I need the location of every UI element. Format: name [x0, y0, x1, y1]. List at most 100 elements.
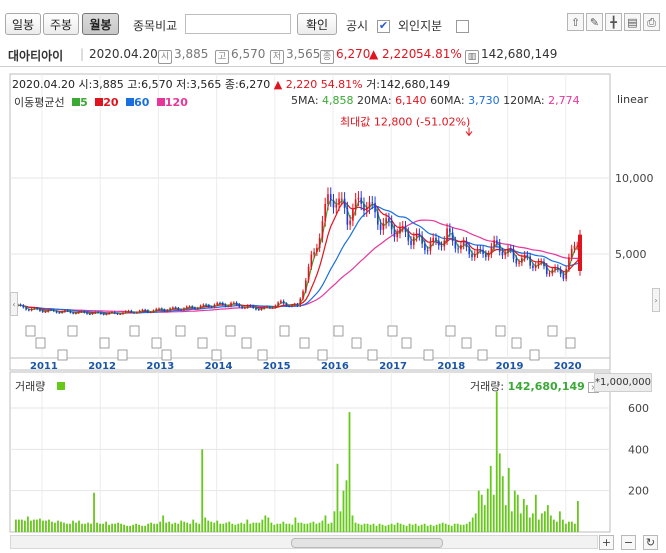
candle-body: [543, 261, 545, 267]
candle-body: [155, 308, 158, 311]
confirm-button[interactable]: 확인: [297, 13, 337, 35]
low-value-group: 저 3,565: [270, 47, 320, 64]
volume-bar: [219, 523, 222, 532]
print-icon[interactable]: ⎙: [643, 13, 660, 31]
volume-bar: [90, 523, 92, 532]
volume-bar: [27, 516, 29, 532]
settings-icon[interactable]: ▤: [624, 13, 641, 31]
left-handle[interactable]: ‹: [10, 292, 18, 316]
price-chart: 최대값 12,800 (-51.02%) 5,00010,0002011 2012…: [9, 73, 654, 533]
volume-bar: [84, 523, 86, 532]
scrollbar[interactable]: [10, 535, 598, 549]
candle-body: [465, 241, 468, 248]
stat-text: 2020.04.20 시:3,885 고:6,570 저:3,565 종:6,2…: [12, 78, 271, 91]
candle-body: [515, 258, 518, 264]
volume-bar: [342, 490, 345, 532]
scrollbar-thumb[interactable]: [291, 538, 443, 548]
volume-bar: [327, 523, 330, 532]
candle-body: [385, 218, 387, 224]
zoom-out-icon[interactable]: −: [621, 535, 636, 550]
candle-body: [25, 307, 27, 310]
volume-bar: [375, 525, 378, 532]
candle-body: [446, 228, 448, 241]
event-marker-icon: [317, 349, 328, 361]
event-marker-icon: [117, 349, 128, 361]
volume-bar: [213, 522, 216, 532]
candle-body: [523, 254, 526, 259]
volume-bar: [285, 523, 288, 532]
volume-bar: [456, 523, 459, 532]
event-marker-icon: [25, 325, 36, 337]
disclosure-checkbox[interactable]: ✔: [377, 20, 390, 33]
volume-bar: [336, 463, 339, 532]
pointer-icon[interactable]: ⇧: [567, 13, 584, 31]
volume-bar: [186, 522, 189, 532]
volume-bar: [408, 523, 411, 532]
date-tick-label: 2012: [88, 361, 116, 372]
scale-label[interactable]: linear: [617, 93, 648, 106]
candle-body: [94, 312, 97, 314]
candle-body: [296, 304, 299, 306]
candle-body: [127, 310, 130, 312]
volume-bar: [351, 515, 354, 532]
candle-body: [559, 269, 562, 275]
last-candle-body: [578, 234, 582, 271]
event-marker-icon: [565, 337, 576, 349]
compare-input[interactable]: [185, 14, 291, 34]
candle-body: [136, 312, 138, 314]
info-date: 2020.04.20: [89, 47, 158, 61]
date-tick-label: 2018: [437, 361, 465, 372]
volume-bar: [126, 525, 128, 532]
candle-body: [64, 310, 66, 312]
candle-body: [77, 311, 80, 314]
volume-bar: [522, 498, 525, 532]
candle-body: [468, 247, 471, 255]
candle-body: [457, 248, 459, 250]
ma60-label: 60MA:: [430, 94, 465, 107]
tab-daily[interactable]: 일봉: [5, 13, 41, 35]
candle-body: [346, 207, 349, 225]
volume-bar: [30, 520, 32, 532]
event-marker-icon: [367, 349, 378, 361]
candle-body: [116, 313, 119, 315]
candle-body: [208, 305, 210, 307]
candle-body: [257, 309, 260, 311]
volume-bar: [444, 523, 447, 532]
volume-bar: [144, 525, 147, 532]
candle-body: [568, 257, 570, 269]
volume-bar: [168, 521, 171, 532]
tab-weekly[interactable]: 주봉: [43, 13, 79, 35]
volume-bar: [222, 523, 225, 532]
right-handle[interactable]: ›: [652, 288, 660, 312]
candle-body: [340, 198, 343, 200]
candle-body: [449, 228, 451, 233]
volume-bar: [147, 523, 150, 532]
tab-monthly[interactable]: 월봉: [82, 13, 119, 35]
volume-bar: [363, 523, 366, 532]
candle-body: [388, 218, 390, 221]
candle-body: [221, 302, 224, 305]
volume-bar: [216, 520, 219, 532]
candle-body: [241, 306, 243, 309]
ma20-value: 6,140: [395, 94, 427, 107]
volume-bar: [264, 515, 267, 532]
volume-bar: [564, 523, 567, 532]
candle-body: [246, 305, 249, 308]
volume-bar: [477, 490, 480, 532]
volume-bar: [102, 523, 104, 532]
volume-bar: [192, 519, 195, 532]
candle-body: [302, 291, 304, 299]
zoom-in-icon[interactable]: +: [599, 535, 614, 550]
pen-icon[interactable]: ✎: [586, 13, 603, 31]
volume-bar: [390, 523, 393, 532]
volume-bar: [459, 524, 462, 532]
candle-body: [512, 249, 515, 259]
volume-bar: [417, 525, 420, 532]
foreign-checkbox[interactable]: [456, 20, 469, 33]
candle-body: [199, 305, 202, 308]
volume-bar: [54, 522, 56, 532]
date-tick-label: 2019: [496, 361, 524, 372]
cursor-icon[interactable]: ╋: [605, 13, 622, 31]
refresh-icon[interactable]: ↻: [643, 535, 658, 550]
candle-body: [19, 304, 22, 306]
